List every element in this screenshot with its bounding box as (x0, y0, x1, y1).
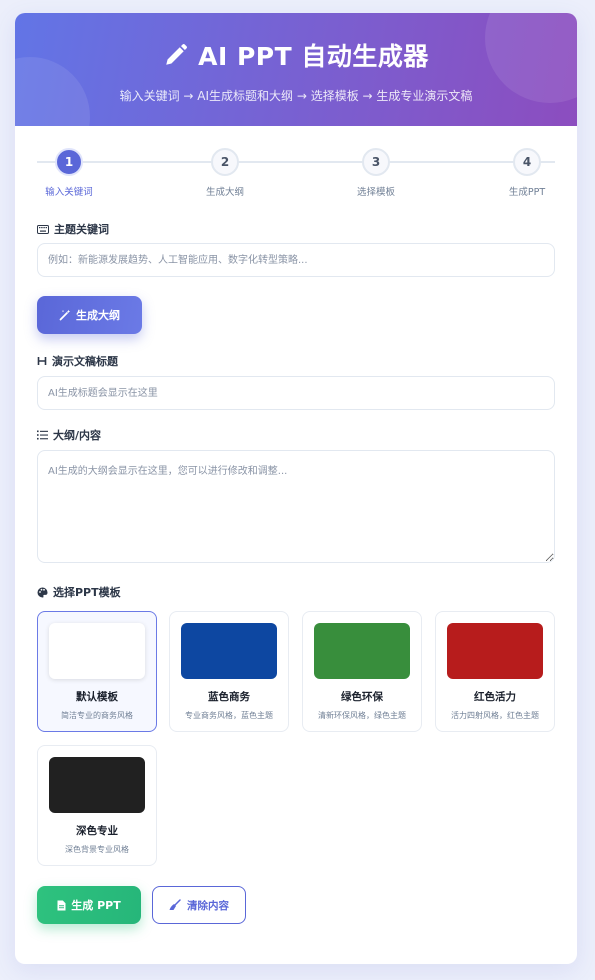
generate-outline-button-label: 生成大纲 (76, 309, 120, 322)
title-input[interactable] (37, 376, 555, 410)
outline-label: 大纲/内容 (37, 427, 101, 443)
template-desc: 活力四射风格，红色主题 (451, 711, 539, 720)
step-label: 生成PPT (508, 187, 546, 198)
step-number: 2 (211, 148, 239, 176)
app-header: AI PPT 自动生成器 输入关键词 → AI生成标题和大纲 → 选择模板 → … (15, 13, 577, 126)
template-card-blue[interactable]: 蓝色商务 专业商务风格，蓝色主题 (169, 611, 289, 732)
template-preview (49, 757, 145, 813)
template-name: 蓝色商务 (208, 691, 250, 703)
keyword-label-text: 主题关键词 (54, 223, 109, 236)
template-preview (49, 623, 145, 679)
step-label: 选择模板 (356, 187, 395, 198)
keyboard-icon (37, 224, 49, 234)
template-name: 绿色环保 (341, 691, 383, 703)
step-number: 3 (362, 148, 390, 176)
step-number: 4 (513, 148, 541, 176)
template-name: 红色活力 (474, 691, 516, 703)
step-2: 2 生成大纲 (180, 148, 270, 198)
outline-label-text: 大纲/内容 (53, 429, 102, 442)
palette-icon (37, 587, 48, 598)
step-label: 生成大纲 (205, 187, 244, 198)
template-label: 选择PPT模板 (37, 584, 121, 600)
template-name: 默认模板 (76, 691, 118, 703)
app-card: AI PPT 自动生成器 输入关键词 → AI生成标题和大纲 → 选择模板 → … (15, 13, 577, 964)
template-desc: 简洁专业的商务风格 (61, 711, 133, 720)
generate-ppt-button-label: 生成 PPT (71, 899, 121, 912)
template-preview (181, 623, 277, 679)
template-card-default[interactable]: 默认模板 简洁专业的商务风格 (37, 611, 157, 732)
template-preview (447, 623, 543, 679)
outline-textarea[interactable] (37, 450, 555, 563)
generate-outline-button[interactable]: 生成大纲 (37, 296, 142, 334)
pencil-icon (163, 42, 189, 68)
step-track (37, 161, 555, 163)
step-4: 4 生成PPT (482, 148, 572, 198)
template-card-dark[interactable]: 深色专业 深色背景专业风格 (37, 745, 157, 866)
template-label-text: 选择PPT模板 (53, 586, 121, 599)
magic-wand-icon (59, 309, 71, 321)
heading-icon (37, 356, 47, 366)
title-label: 演示文稿标题 (37, 353, 118, 369)
template-desc: 清新环保风格，绿色主题 (318, 711, 406, 720)
template-card-red[interactable]: 红色活力 活力四射风格，红色主题 (435, 611, 555, 732)
step-3: 3 选择模板 (331, 148, 421, 198)
template-preview (314, 623, 410, 679)
keyword-input[interactable] (37, 243, 555, 277)
list-icon (37, 430, 48, 440)
step-label: 输入关键词 (45, 187, 93, 198)
step-indicator: 1 输入关键词 2 生成大纲 3 选择模板 4 生成PPT (37, 148, 555, 198)
template-card-green[interactable]: 绿色环保 清新环保风格，绿色主题 (302, 611, 422, 732)
title-label-text: 演示文稿标题 (52, 355, 118, 368)
broom-icon (169, 899, 181, 911)
keyword-label: 主题关键词 (37, 221, 109, 237)
generate-ppt-button[interactable]: 生成 PPT (37, 886, 141, 924)
file-icon (57, 900, 66, 911)
app-title-text: AI PPT 自动生成器 (198, 42, 429, 71)
template-desc: 深色背景专业风格 (65, 845, 129, 854)
step-1: 1 输入关键词 (24, 148, 114, 198)
clear-button[interactable]: 清除内容 (152, 886, 246, 924)
clear-button-label: 清除内容 (187, 899, 229, 912)
app-title: AI PPT 自动生成器 (15, 37, 577, 73)
template-desc: 专业商务风格，蓝色主题 (185, 711, 273, 720)
app-subtitle: 输入关键词 → AI生成标题和大纲 → 选择模板 → 生成专业演示文稿 (119, 89, 473, 103)
step-number: 1 (55, 148, 83, 176)
template-name: 深色专业 (76, 825, 118, 837)
